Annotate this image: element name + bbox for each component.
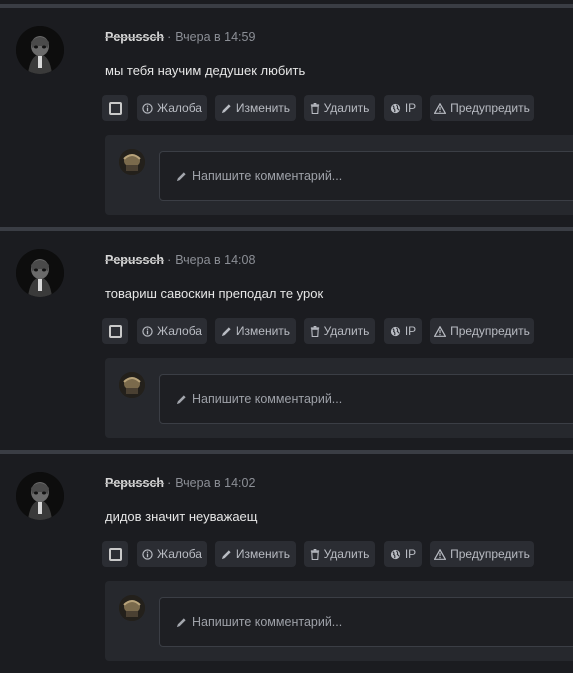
post: Pepussch · Вчера в 14:59 мы тебя научим де… bbox=[0, 4, 573, 227]
report-button[interactable]: Жалоба bbox=[137, 318, 207, 344]
author-name[interactable]: Pepussch bbox=[105, 253, 164, 267]
author-name[interactable]: Pepussch bbox=[105, 30, 164, 44]
meta-separator: · bbox=[167, 253, 172, 267]
report-label: Жалоба bbox=[157, 101, 202, 115]
warn-label: Предупредить bbox=[450, 547, 530, 561]
delete-button[interactable]: Удалить bbox=[304, 541, 375, 567]
select-checkbox[interactable] bbox=[102, 95, 128, 121]
warning-triangle-icon bbox=[434, 325, 447, 337]
checkbox-icon bbox=[108, 324, 122, 338]
report-label: Жалоба bbox=[157, 324, 202, 338]
warn-button[interactable]: Предупредить bbox=[430, 318, 534, 344]
edit-label: Изменить bbox=[235, 324, 291, 338]
pencil-icon bbox=[176, 617, 187, 628]
warning-triangle-icon bbox=[434, 548, 447, 560]
info-circle-icon bbox=[142, 102, 153, 114]
pencil-icon bbox=[221, 326, 232, 337]
commenter-avatar bbox=[119, 595, 145, 621]
info-circle-icon bbox=[142, 325, 153, 337]
report-button[interactable]: Жалоба bbox=[137, 95, 207, 121]
delete-button[interactable]: Удалить bbox=[304, 318, 375, 344]
avatar[interactable] bbox=[16, 26, 64, 74]
globe-icon bbox=[390, 103, 401, 114]
post-meta: Pepussch · Вчера в 14:02 bbox=[105, 476, 255, 490]
edit-label: Изменить bbox=[235, 547, 291, 561]
delete-label: Удалить bbox=[323, 324, 370, 338]
comment-input[interactable]: Напишите комментарий... bbox=[159, 151, 573, 201]
comment-box: Напишите комментарий... bbox=[105, 358, 573, 438]
meta-separator: · bbox=[167, 30, 172, 44]
select-checkbox[interactable] bbox=[102, 541, 128, 567]
info-circle-icon bbox=[142, 548, 153, 560]
edit-label: Изменить bbox=[235, 101, 291, 115]
edit-button[interactable]: Изменить bbox=[215, 95, 296, 121]
checkbox-icon bbox=[108, 547, 122, 561]
post-message: товариш савоскин преподал те урок bbox=[105, 286, 324, 301]
ip-button[interactable]: IP bbox=[384, 95, 422, 121]
ip-label: IP bbox=[404, 101, 417, 115]
edit-button[interactable]: Изменить bbox=[215, 318, 296, 344]
post-message: мы тебя научим дедушек любить bbox=[105, 63, 306, 78]
trash-icon bbox=[310, 548, 320, 560]
post: Pepussch · Вчера в 14:08 товариш савоскин … bbox=[0, 227, 573, 450]
comment-placeholder: Напишите комментарий... bbox=[192, 392, 343, 406]
ip-label: IP bbox=[404, 324, 417, 338]
comment-box: Напишите комментарий... bbox=[105, 581, 573, 661]
avatar[interactable] bbox=[16, 249, 64, 297]
trash-icon bbox=[310, 102, 320, 114]
delete-button[interactable]: Удалить bbox=[304, 95, 375, 121]
post: Pepussch · Вчера в 14:02 дидов значит неув… bbox=[0, 450, 573, 673]
post-time[interactable]: Вчера в 14:02 bbox=[175, 476, 255, 490]
pencil-icon bbox=[221, 549, 232, 560]
delete-label: Удалить bbox=[323, 547, 370, 561]
post-time[interactable]: Вчера в 14:08 bbox=[175, 253, 255, 267]
post-meta: Pepussch · Вчера в 14:59 bbox=[105, 30, 255, 44]
ip-button[interactable]: IP bbox=[384, 541, 422, 567]
comment-box: Напишите комментарий... bbox=[105, 135, 573, 215]
ip-label: IP bbox=[404, 547, 417, 561]
warning-triangle-icon bbox=[434, 102, 447, 114]
comment-input[interactable]: Напишите комментарий... bbox=[159, 374, 573, 424]
warn-button[interactable]: Предупредить bbox=[430, 95, 534, 121]
pencil-icon bbox=[221, 103, 232, 114]
avatar[interactable] bbox=[16, 472, 64, 520]
comment-input[interactable]: Напишите комментарий... bbox=[159, 597, 573, 647]
warn-button[interactable]: Предупредить bbox=[430, 541, 534, 567]
globe-icon bbox=[390, 326, 401, 337]
trash-icon bbox=[310, 325, 320, 337]
report-label: Жалоба bbox=[157, 547, 202, 561]
commenter-avatar bbox=[119, 372, 145, 398]
comment-placeholder: Напишите комментарий... bbox=[192, 169, 343, 183]
post-time[interactable]: Вчера в 14:59 bbox=[175, 30, 255, 44]
globe-icon bbox=[390, 549, 401, 560]
meta-separator: · bbox=[167, 476, 172, 490]
comment-placeholder: Напишите комментарий... bbox=[192, 615, 343, 629]
warn-label: Предупредить bbox=[450, 324, 530, 338]
delete-label: Удалить bbox=[323, 101, 370, 115]
commenter-avatar bbox=[119, 149, 145, 175]
select-checkbox[interactable] bbox=[102, 318, 128, 344]
author-name[interactable]: Pepussch bbox=[105, 476, 164, 490]
post-message: дидов значит неуважаещ bbox=[105, 509, 258, 524]
post-meta: Pepussch · Вчера в 14:08 bbox=[105, 253, 255, 267]
pencil-icon bbox=[176, 171, 187, 182]
ip-button[interactable]: IP bbox=[384, 318, 422, 344]
warn-label: Предупредить bbox=[450, 101, 530, 115]
report-button[interactable]: Жалоба bbox=[137, 541, 207, 567]
checkbox-icon bbox=[108, 101, 122, 115]
pencil-icon bbox=[176, 394, 187, 405]
edit-button[interactable]: Изменить bbox=[215, 541, 296, 567]
